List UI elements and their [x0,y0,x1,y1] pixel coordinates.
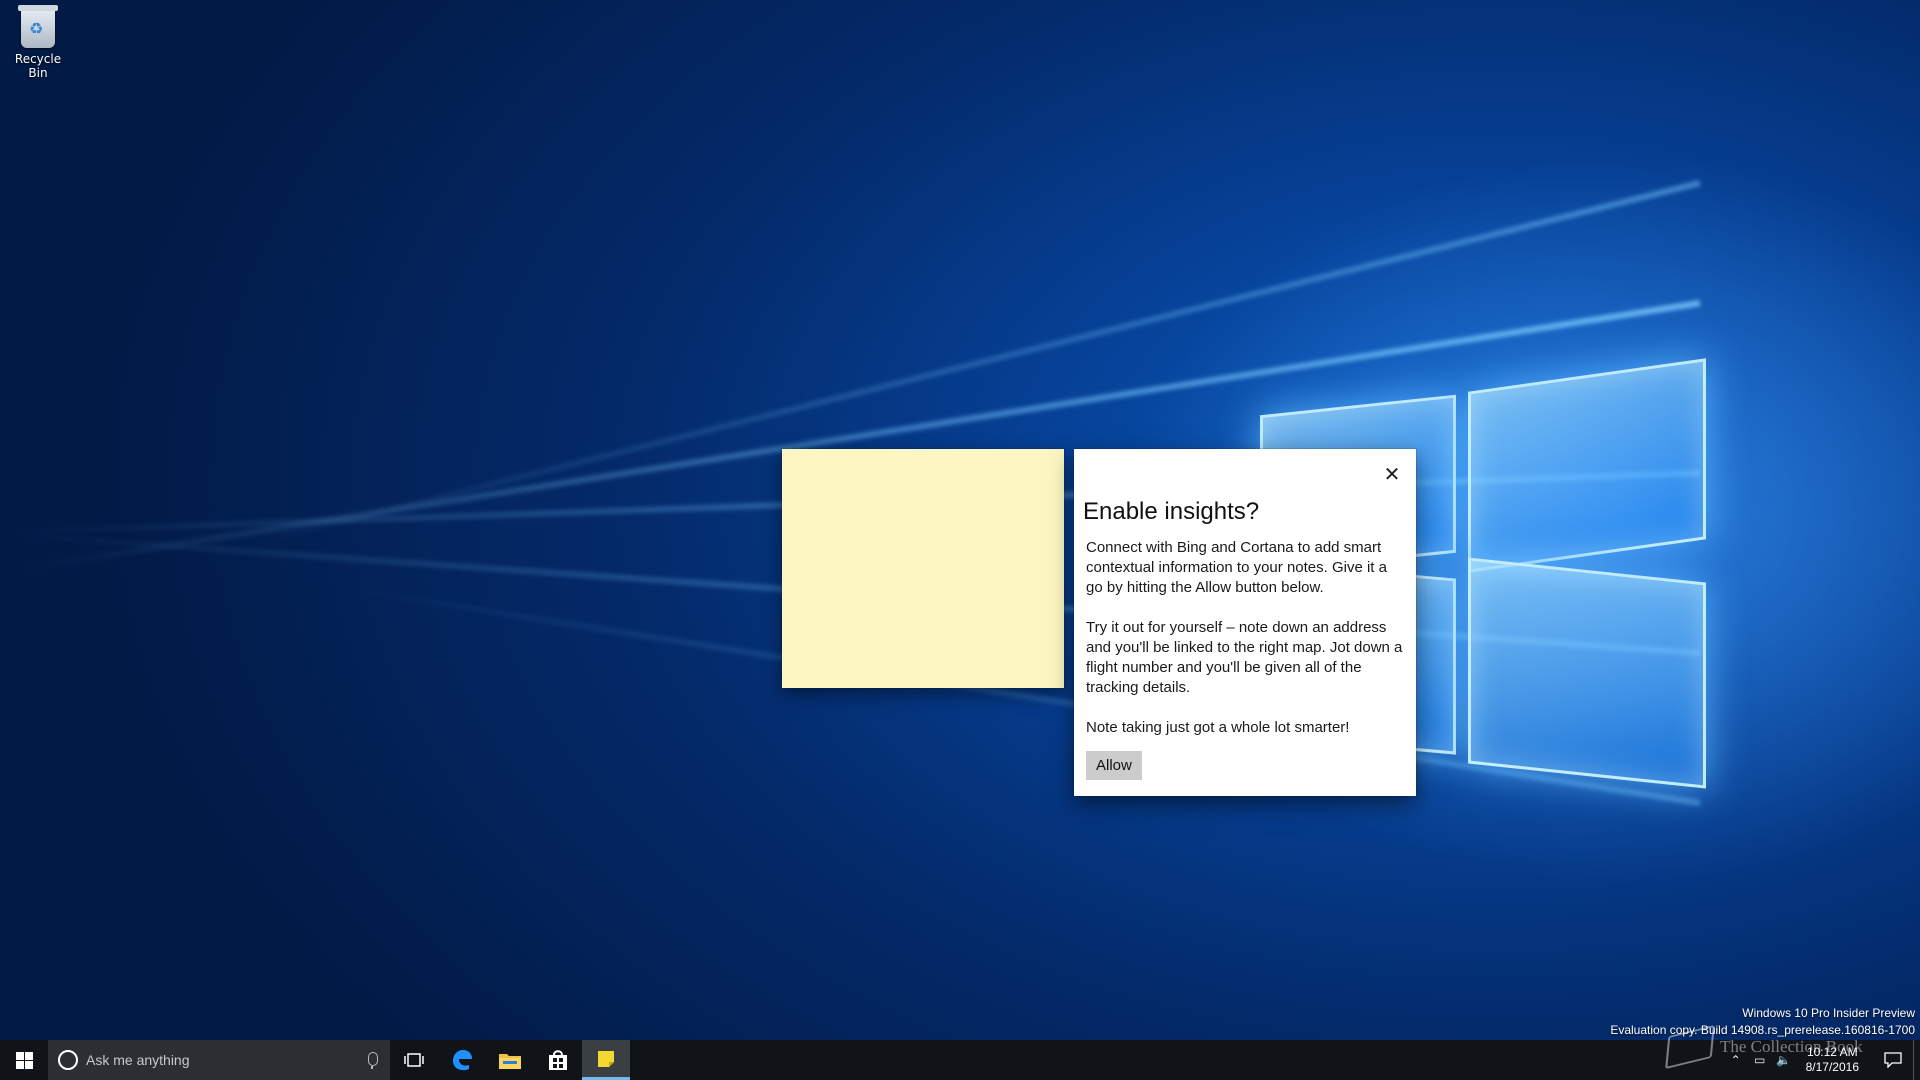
search-placeholder: Ask me anything [86,1052,190,1068]
task-view-icon [404,1053,424,1067]
microphone-icon[interactable] [368,1052,378,1069]
recycle-bin-icon: ♻ [18,5,58,48]
task-view-button[interactable] [390,1040,438,1080]
file-explorer-button[interactable] [486,1040,534,1080]
windows-start-icon [15,1051,33,1069]
book-icon [1665,1024,1715,1070]
sticky-note[interactable] [782,449,1064,688]
folder-icon [499,1054,521,1069]
allow-button[interactable]: Allow [1086,751,1142,780]
cortana-search-box[interactable]: Ask me anything [48,1040,390,1080]
site-logo: The Collection Book [1665,1024,1863,1070]
dialog-title: Enable insights? [1083,498,1260,525]
start-button[interactable] [0,1040,48,1080]
dialog-paragraph-1: Connect with Bing and Cortana to add sma… [1086,539,1387,596]
close-button[interactable]: ✕ [1380,462,1404,486]
sticky-notes-icon [598,1050,614,1067]
dialog-paragraph-2: Try it out for yourself – note down an a… [1086,619,1403,696]
show-desktop-button[interactable] [1913,1040,1920,1080]
desktop: ♻ Recycle Bin ✕ Enable insights? Connect… [0,0,1920,1080]
edge-icon [453,1050,472,1071]
dialog-paragraph-3: Note taking just got a whole lot smarter… [1086,719,1350,736]
notifications-icon [1884,1052,1902,1068]
store-icon [549,1050,567,1070]
edge-button[interactable] [438,1040,486,1080]
recycle-bin-label: Recycle Bin [14,52,62,80]
store-button[interactable] [534,1040,582,1080]
taskbar: Ask me anything ⌃ ▭ 🔈 10:12 AM 8/17/2016 [0,1040,1920,1080]
sticky-notes-button[interactable] [582,1040,630,1080]
enable-insights-dialog: ✕ Enable insights? Connect with Bing and… [1074,449,1416,796]
recycle-bin[interactable]: ♻ Recycle Bin [4,5,72,80]
site-logo-text: The Collection Book [1720,1037,1863,1056]
watermark-line-edition: Windows 10 Pro Insider Preview [1742,1006,1915,1020]
cortana-icon [58,1050,78,1070]
action-center-button[interactable] [1873,1040,1913,1080]
